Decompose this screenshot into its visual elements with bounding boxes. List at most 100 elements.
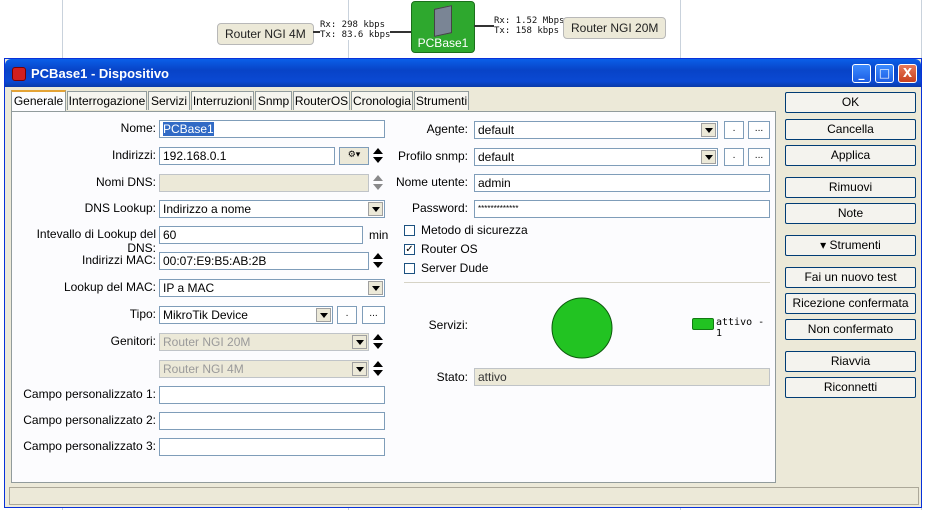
type-more-button[interactable]: ... [362,306,385,324]
mac-lookup-select[interactable]: IP a MAC [159,279,385,297]
password-field[interactable]: ************* [474,200,770,218]
gear-icon[interactable]: ⚙▾ [339,147,369,165]
map-node-router-20m[interactable]: Router NGI 20M [563,17,667,39]
ok-button[interactable]: OK [785,92,916,113]
maximize-button[interactable]: □ [875,64,894,83]
dns-lookup-value: Indirizzo a nome [163,202,252,216]
agent-more-button[interactable]: ... [748,121,770,139]
reboot-button[interactable]: Riavvia [785,351,916,372]
tab-snmp[interactable]: Snmp [255,91,292,110]
app-icon [12,67,26,81]
close-button[interactable]: X [898,64,917,83]
password-label: Password: [411,201,468,215]
tab-interrogazione[interactable]: Interrogazione [67,91,147,110]
map-tx-left: Tx: 83.6 kbps [320,30,391,40]
minimize-button[interactable]: _ [852,64,871,83]
type-select[interactable]: MikroTik Device [159,306,333,324]
chevron-down-icon[interactable] [316,308,331,322]
tab-strumenti[interactable]: Strumenti [414,91,469,110]
title-bar[interactable]: PCBase1 - Dispositivo _ □ X [5,59,921,87]
agent-small-button[interactable]: . [724,121,744,139]
status-bar [9,487,919,505]
services-label: Servizi: [428,318,468,332]
mac-lookup-label: Lookup del MAC: [63,280,156,294]
dude-server-checkbox[interactable] [404,263,415,274]
username-label: Nome utente: [395,175,468,189]
reconnect-button[interactable]: Riconnetti [785,377,916,398]
snmp-small-button[interactable]: . [724,148,744,166]
mac-label: Indirizzi MAC: [81,253,156,267]
tab-interruzioni[interactable]: Interruzioni [191,91,254,110]
routeros-checkbox[interactable]: ✓ [404,244,415,255]
secure-method-checkbox[interactable] [404,225,415,236]
secure-method-label: Metodo di sicurezza [421,223,528,237]
dns-interval-unit: min [369,228,389,242]
general-panel: Nome: PCBase1 Indirizzi: 192.168.0.1 ⚙▾ … [11,111,776,483]
map-node-router-4m[interactable]: Router NGI 4M [217,23,314,45]
parents-label: Genitori: [110,334,156,348]
chevron-down-icon[interactable] [352,335,367,349]
tab-servizi[interactable]: Servizi [148,91,190,110]
dns-lookup-select[interactable]: Indirizzo a nome [159,200,385,218]
snmp-profile-select[interactable]: default [474,148,718,166]
name-value: PCBase1 [163,122,214,136]
map-rx-right: Rx: 1.52 Mbps [494,16,565,26]
mac-field[interactable]: 00:07:E9:B5:AB:2B [159,252,369,270]
type-small-button[interactable]: . [337,306,357,324]
chevron-down-icon[interactable] [701,123,716,137]
parent-2-value: Router NGI 4M [163,362,244,376]
addresses-spinner[interactable] [373,148,383,164]
chevron-down-icon[interactable] [352,362,367,376]
new-test-button[interactable]: Fai un nuovo test [785,267,916,288]
dude-server-label: Server Dude [421,261,489,275]
ack-button[interactable]: Ricezione confermata [785,293,916,314]
custom-3-field[interactable] [159,438,385,456]
type-value: MikroTik Device [163,308,248,322]
snmp-more-button[interactable]: ... [748,148,770,166]
services-chart [551,297,613,359]
snmp-profile-value: default [478,150,515,164]
map-traffic-left: Rx: 298 kbps Tx: 83.6 kbps [320,20,391,40]
parent-2-spinner[interactable] [373,361,383,377]
dns-interval-field[interactable]: 60 [159,226,363,244]
device-dialog: PCBase1 - Dispositivo _ □ X Generale Int… [4,58,922,508]
chevron-down-icon[interactable] [368,281,383,295]
tab-generale[interactable]: Generale [11,90,66,111]
parent-1-select[interactable]: Router NGI 20M [159,333,369,351]
custom-2-label: Campo personalizzato 2: [23,413,156,427]
tools-button[interactable]: ▾ Strumenti [785,235,916,256]
mac-spinner[interactable] [373,253,383,269]
routeros-label: Router OS [421,242,478,256]
tab-cronologia[interactable]: Cronologia [351,91,413,110]
agent-label: Agente: [426,122,468,136]
agent-value: default [478,123,515,137]
dns-interval-label: Intevallo di Lookup del DNS: [36,227,156,255]
unack-button[interactable]: Non confermato [785,319,916,340]
chevron-down-icon[interactable] [701,150,716,164]
cancel-button[interactable]: Cancella [785,119,916,140]
username-field[interactable]: admin [474,174,770,192]
dns-names-label: Nomi DNS: [95,175,156,189]
state-label: Stato: [436,370,468,384]
chevron-down-icon[interactable] [368,202,383,216]
tab-routeros[interactable]: RouterOS [293,91,350,110]
state-field: attivo [474,368,770,386]
agent-select[interactable]: default [474,121,718,139]
addresses-label: Indirizzi: [111,148,156,162]
addresses-field[interactable]: 192.168.0.1 [159,147,335,165]
custom-1-field[interactable] [159,386,385,404]
parent-1-spinner[interactable] [373,334,383,350]
apply-button[interactable]: Applica [785,145,916,166]
custom-1-label: Campo personalizzato 1: [23,387,156,401]
legend-swatch [692,318,714,330]
map-node-pcbase1[interactable]: PCBase1 [411,1,475,53]
name-field[interactable]: PCBase1 [159,120,385,138]
dns-lookup-label: DNS Lookup: [84,201,156,215]
dns-names-field [159,174,369,192]
custom-2-field[interactable] [159,412,385,430]
notes-button[interactable]: Note [785,203,916,224]
parent-1-value: Router NGI 20M [163,335,251,349]
name-label: Nome: [120,121,156,135]
parent-2-select[interactable]: Router NGI 4M [159,360,369,378]
remove-button[interactable]: Rimuovi [785,177,916,198]
